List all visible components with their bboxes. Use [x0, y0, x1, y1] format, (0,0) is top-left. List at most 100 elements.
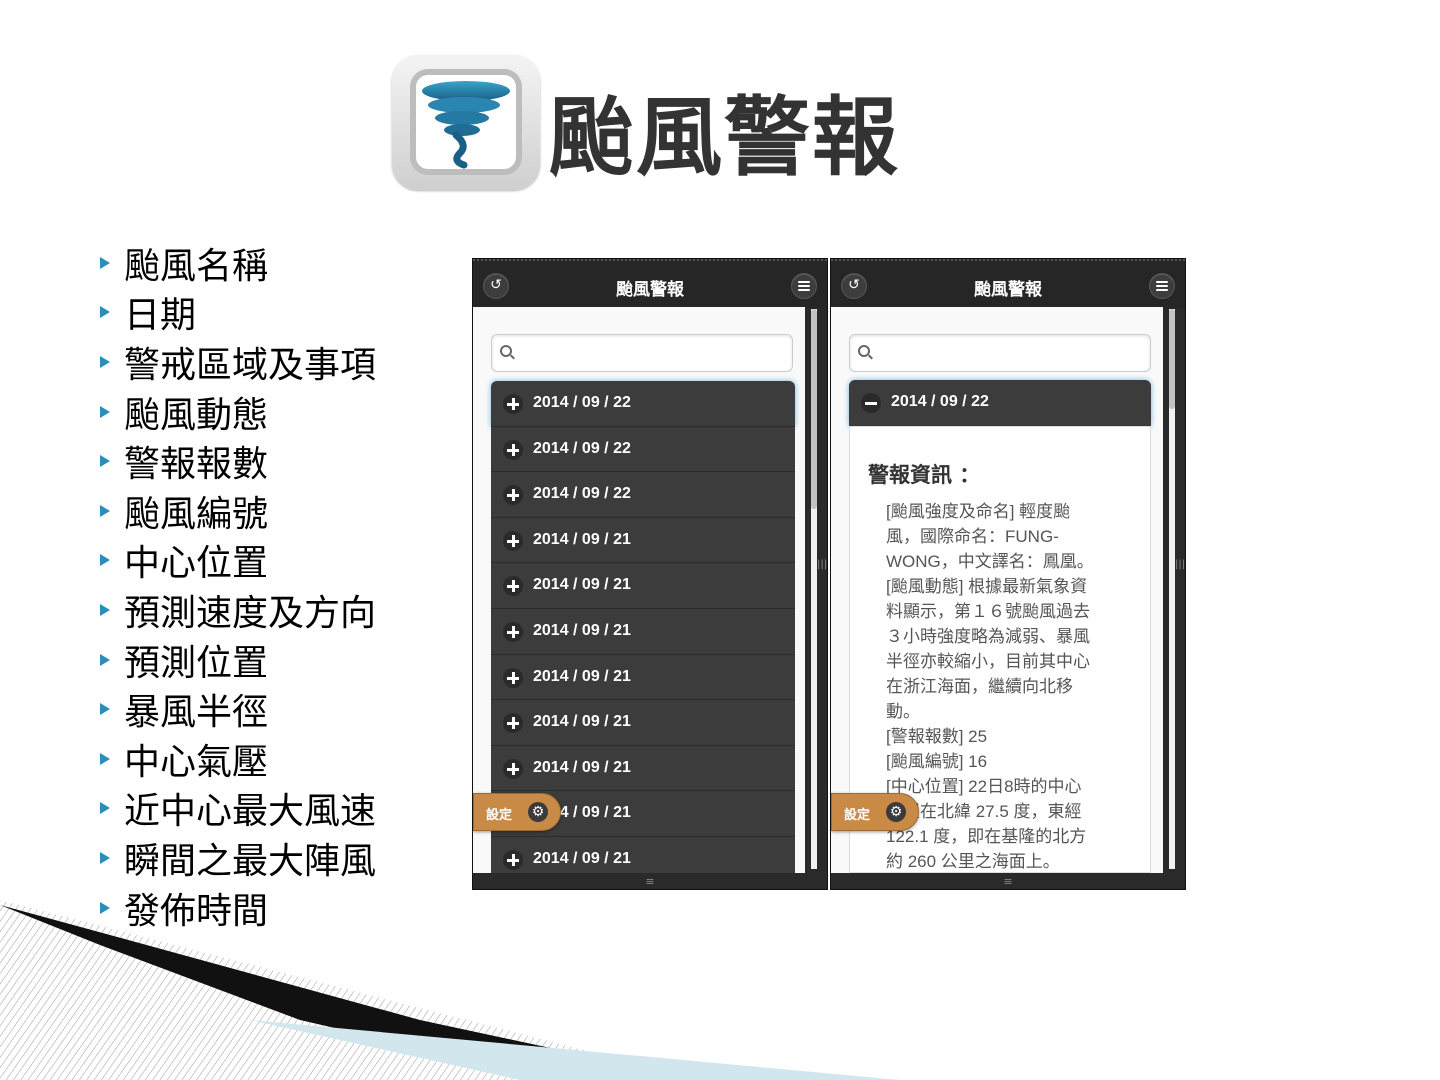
plus-icon	[503, 530, 523, 551]
page-title: 颱風警報	[548, 88, 900, 188]
side-resize-handle[interactable]: |||	[1175, 559, 1185, 570]
date-list-item[interactable]: 2014 / 09 / 21	[491, 563, 795, 609]
date-list-item[interactable]: 2014 / 09 / 21	[491, 745, 795, 792]
date-list-item[interactable]: 2014 / 09 / 21	[491, 700, 795, 746]
feature-label: 預測位置	[124, 642, 269, 684]
search-input[interactable]	[849, 334, 1151, 372]
bottom-resize-handle[interactable]: ≡	[831, 876, 1185, 888]
app-header: ↺ 颱風警報	[473, 259, 827, 309]
gear-icon: ⚙	[528, 802, 548, 822]
date-label: 2014 / 09 / 21	[533, 530, 631, 548]
info-line: 風，國際命名：FUNG-	[886, 527, 1059, 546]
bullet-icon	[100, 851, 110, 864]
feature-item: 中心位置	[100, 540, 376, 590]
info-line: WONG，中文譯名：鳳凰。	[886, 552, 1094, 571]
phone-screen-list: ↺ 颱風警報 2014 / 09 / 22 2014 / 09 / 22 2014 …	[472, 258, 828, 890]
feature-label: 颱風動態	[124, 394, 269, 436]
search-icon	[500, 345, 512, 357]
menu-button[interactable]	[1149, 273, 1175, 299]
info-line: [警報報數] 25	[886, 727, 988, 746]
feature-item: 颱風動態	[100, 391, 376, 441]
plus-icon	[503, 758, 523, 779]
bullet-icon	[100, 455, 110, 468]
date-label: 2014 / 09 / 22	[533, 439, 631, 457]
bullet-icon	[100, 504, 110, 517]
feature-label: 颱風名稱	[124, 245, 269, 287]
app-logo	[392, 55, 540, 190]
expanded-date-header[interactable]: 2014 / 09 / 22	[849, 380, 1151, 426]
scrollbar-thumb[interactable]	[1169, 309, 1175, 409]
date-label: 2014 / 09 / 21	[533, 576, 631, 594]
expanded-date: 2014 / 09 / 22	[891, 393, 989, 410]
feature-item: 颱風名稱	[100, 242, 376, 292]
feature-item: 颱風編號	[100, 490, 376, 540]
side-resize-handle[interactable]: |||	[817, 559, 827, 570]
feature-item: 警報報數	[100, 440, 376, 490]
feature-item: 發佈時間	[100, 887, 376, 937]
plus-icon	[503, 849, 523, 870]
date-list-item[interactable]: 2014 / 09 / 22	[491, 426, 795, 473]
bullet-icon	[100, 554, 110, 567]
feature-label: 中心位置	[124, 543, 269, 585]
list-content: 2014 / 09 / 22 2014 / 09 / 22 2014 / 09 / …	[473, 307, 805, 873]
bullet-icon	[100, 901, 110, 914]
date-list-item[interactable]: 2014 / 09 / 21	[491, 654, 795, 701]
plus-icon	[503, 713, 523, 734]
menu-button[interactable]	[791, 273, 817, 299]
info-title: 警報資訊 ：	[868, 462, 981, 487]
date-list-item[interactable]: 2014 / 09 / 22	[491, 472, 795, 518]
info-line: [颱風動態] 根據最新氣象資	[886, 577, 1088, 596]
plus-icon	[503, 621, 523, 642]
date-label: 2014 / 09 / 21	[533, 667, 631, 685]
info-line: [中心位置] 22日8時的中心	[886, 777, 1082, 796]
bullet-icon	[100, 256, 110, 269]
feature-label: 警戒區域及事項	[124, 344, 377, 386]
bullet-icon	[100, 355, 110, 368]
date-label: 2014 / 09 / 21	[533, 849, 631, 867]
feature-item: 預測位置	[100, 639, 376, 689]
app-header-title: 颱風警報	[616, 280, 684, 300]
settings-button[interactable]: 設定 ⚙	[473, 793, 561, 831]
bottom-resize-handle[interactable]: ≡	[473, 876, 827, 888]
feature-list: 颱風名稱日期警戒區域及事項 颱風動態 警報報數 颱風編號中心位置預測速度及方向 預測位置…	[100, 242, 376, 936]
info-line: 位置在北緯 27.5 度，東經	[886, 802, 1082, 821]
feature-item: 預測速度及方向	[100, 589, 376, 639]
hamburger-menu-icon	[1156, 281, 1168, 291]
date-list-item[interactable]: 2014 / 09 / 21	[491, 608, 795, 655]
bullet-icon	[100, 752, 110, 765]
feature-label: 暴風半徑	[124, 692, 269, 734]
date-label: 2014 / 09 / 21	[533, 713, 631, 731]
date-list-item[interactable]: 2014 / 09 / 21	[491, 836, 795, 873]
bullet-icon	[100, 306, 110, 319]
bullet-icon	[100, 653, 110, 666]
date-list-item[interactable]: 2014 / 09 / 22	[491, 381, 795, 427]
info-line: 約 260 公里之海面上。	[886, 852, 1060, 871]
feature-label: 預測速度及方向	[124, 592, 377, 634]
feature-label: 發佈時間	[124, 890, 269, 932]
minus-icon	[861, 393, 881, 413]
info-line: [颱風強度及命名] 輕度颱	[886, 502, 1071, 521]
plus-icon	[503, 394, 523, 414]
settings-label: 設定	[486, 808, 513, 823]
bullet-icon	[100, 603, 110, 616]
info-line: 動。	[886, 702, 920, 721]
feature-label: 近中心最大風速	[124, 791, 377, 833]
info-line: 半徑亦較縮小，目前其中心	[886, 652, 1090, 671]
search-input[interactable]	[491, 334, 793, 372]
feature-label: 中心氣壓	[124, 741, 269, 783]
settings-button[interactable]: 設定 ⚙	[831, 793, 919, 831]
info-line: ３小時強度略為減弱、暴風	[886, 627, 1090, 646]
info-text: [颱風強度及命名] 輕度颱 風，國際命名：FUNG- WONG，中文譯名：鳳凰。 [颱…	[886, 499, 1136, 873]
date-label: 2014 / 09 / 21	[533, 758, 631, 776]
scrollbar-thumb[interactable]	[811, 309, 817, 509]
date-list-item[interactable]: 2014 / 09 / 21	[491, 517, 795, 564]
feature-item: 近中心最大風速	[100, 788, 376, 838]
bullet-icon	[100, 405, 110, 418]
plus-icon	[503, 485, 523, 506]
feature-item: 瞬間之最大陣風	[100, 837, 376, 887]
date-label: 2014 / 09 / 21	[533, 621, 631, 639]
feature-label: 颱風編號	[124, 493, 269, 535]
feature-label: 日期	[124, 295, 197, 337]
bullet-icon	[100, 703, 110, 716]
info-line: 料顯示，第１６號颱風過去	[886, 602, 1090, 621]
